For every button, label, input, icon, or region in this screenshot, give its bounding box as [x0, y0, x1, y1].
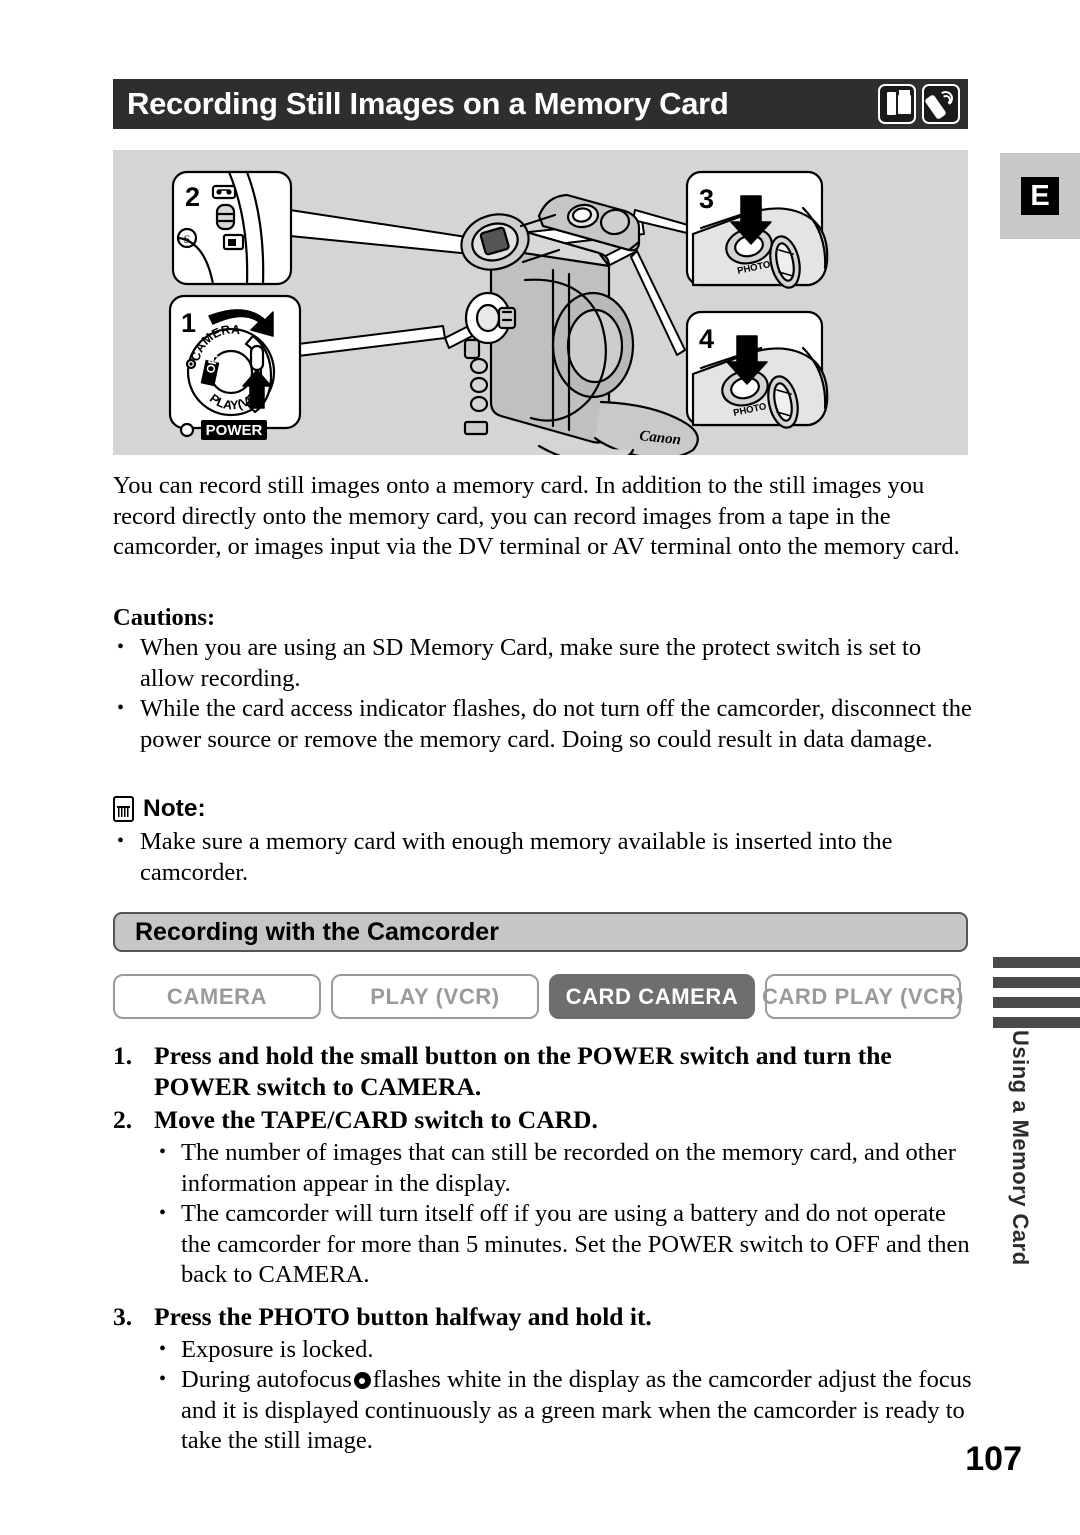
svg-text:4: 4 [699, 324, 714, 354]
step-1: 1. Press and hold the small button on th… [113, 1040, 973, 1102]
instruction-steps: 1. Press and hold the small button on th… [113, 1040, 973, 1457]
mode-badge-card-play-vcr: CARD PLAY (VCR) [762, 974, 963, 1019]
page-number: 107 [965, 1440, 1022, 1478]
step-number: 2. [113, 1105, 133, 1134]
illustration-panel: Canon 2 S 1 CAMERA OFF PLAY(V POWER 3 PH… [113, 150, 968, 455]
list-item: The number of images that can still be r… [154, 1137, 973, 1199]
step-2: 2. Move the TAPE/CARD switch to CARD. [113, 1104, 973, 1135]
step-text: Press the PHOTO button halfway and hold … [154, 1301, 652, 1331]
svg-text:POWER: POWER [206, 422, 263, 439]
header-icon-group [878, 84, 960, 124]
step-text: Move the TAPE/CARD switch to CARD. [154, 1105, 598, 1134]
side-tab-label: Using a Memory Card [1008, 1030, 1033, 1266]
note-list: Make sure a memory card with enough memo… [113, 826, 973, 888]
list-item: When you are using an SD Memory Card, ma… [113, 632, 973, 694]
mode-badge-card-camera: CARD CAMERA [549, 974, 755, 1019]
svg-text:2: 2 [185, 182, 200, 212]
side-tab-bar [993, 957, 1080, 968]
language-tab-label: E [1021, 177, 1059, 215]
cautions-heading: Cautions: [113, 604, 216, 631]
autofocus-text-pre: During autofocus [181, 1366, 352, 1393]
cautions-list: When you are using an SD Memory Card, ma… [113, 632, 973, 755]
remote-control-icon [922, 84, 960, 124]
memory-card-icon [878, 84, 916, 124]
list-item: Exposure is locked. [154, 1334, 973, 1366]
mode-badge-camera: CAMERA [113, 974, 321, 1019]
list-item: While the card access indicator flashes,… [113, 693, 973, 755]
page-title-bar: Recording Still Images on a Memory Card [113, 79, 968, 129]
list-item: Make sure a memory card with enough memo… [113, 826, 973, 888]
autofocus-icon [353, 1372, 371, 1389]
page-title: Recording Still Images on a Memory Card [127, 86, 729, 121]
mode-indicator-row: CAMERA PLAY (VCR) CARD CAMERA CARD PLAY … [113, 974, 971, 1019]
side-tab-bar [993, 1017, 1080, 1028]
step-text: Press and hold the small button on the P… [154, 1041, 892, 1101]
section-header-label: Recording with the Camcorder [135, 917, 499, 946]
side-tab-bar [993, 997, 1080, 1008]
side-tab-bar [993, 977, 1080, 988]
side-tab-bars [993, 957, 1080, 1037]
note-heading-label: Note: [143, 795, 206, 822]
step-number: 1. [113, 1041, 133, 1070]
camcorder-diagram: Canon 2 S 1 CAMERA OFF PLAY(V POWER 3 PH… [113, 150, 829, 455]
step-2-bullets: The number of images that can still be r… [113, 1137, 973, 1291]
mode-badge-play-vcr: PLAY (VCR) [331, 974, 539, 1019]
section-header-bar: Recording with the Camcorder [113, 912, 968, 952]
list-item: The camcorder will turn itself off if yo… [154, 1198, 973, 1291]
intro-paragraph: You can record still images onto a memor… [113, 472, 960, 560]
svg-text:1: 1 [181, 308, 196, 338]
step-3: 3. Press the PHOTO button halfway and ho… [113, 1301, 973, 1332]
svg-text:3: 3 [699, 184, 714, 214]
step-3-bullets: Exposure is locked. During autofocusflas… [113, 1334, 973, 1457]
note-heading: Note: [113, 795, 206, 823]
memory-card-icon [113, 796, 134, 822]
step-number: 3. [113, 1301, 133, 1331]
language-tab: E [1000, 153, 1080, 239]
